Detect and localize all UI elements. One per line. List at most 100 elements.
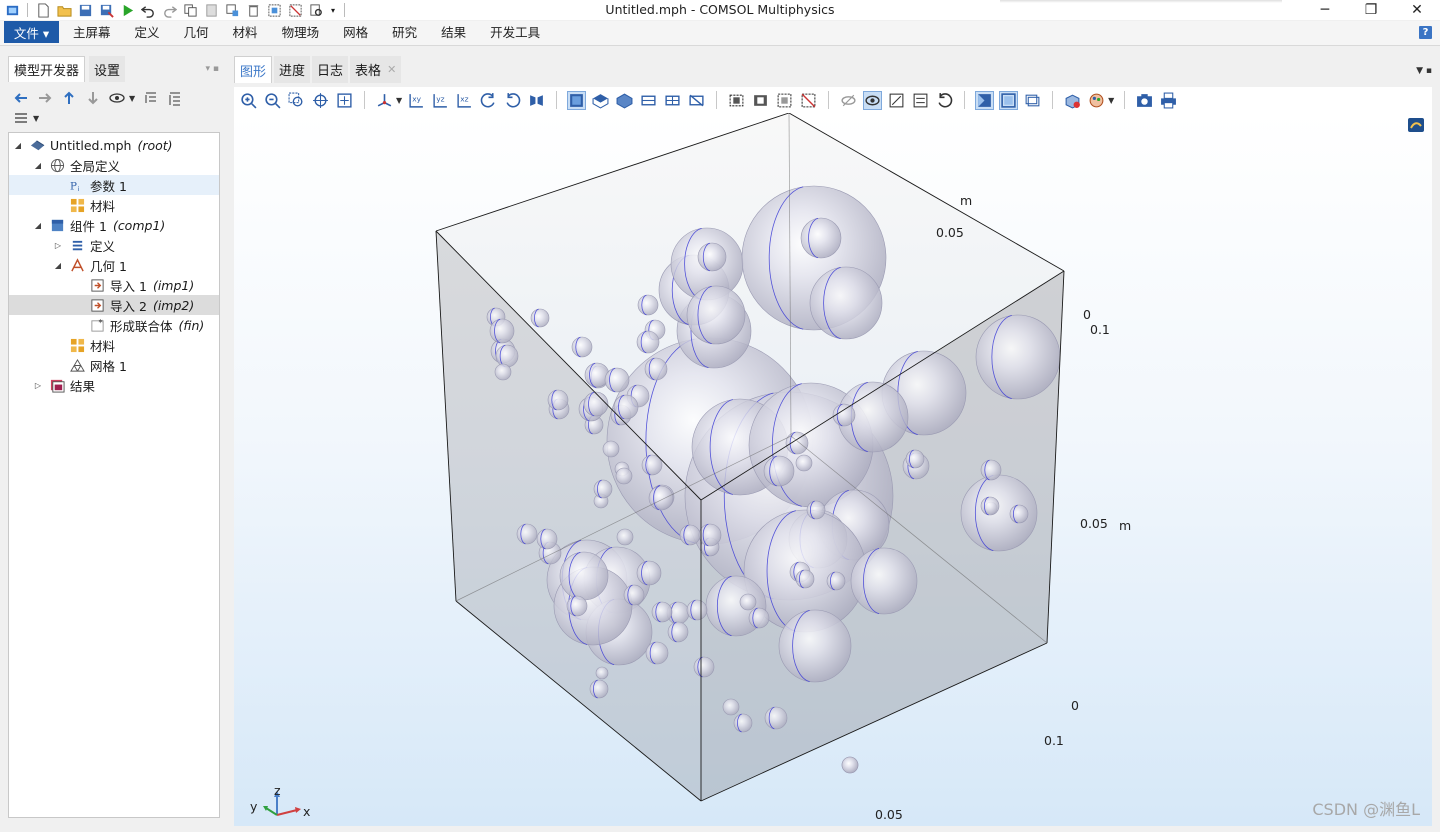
color-scheme-icon[interactable] [1087, 91, 1106, 110]
transparency-icon[interactable] [887, 91, 906, 110]
toggle-axis-icon[interactable] [999, 90, 1019, 110]
select-all-geometry-icon[interactable] [663, 91, 682, 110]
view-xy-icon[interactable]: xy [407, 91, 426, 110]
paste-icon[interactable] [203, 2, 219, 18]
scene-light-icon[interactable] [911, 91, 930, 110]
collapse-all-icon[interactable] [142, 90, 159, 107]
menu-home[interactable]: 主屏幕 [61, 22, 123, 45]
tree-node[interactable]: 导入 2 (imp2) [9, 295, 219, 315]
redo-icon[interactable] [161, 2, 177, 18]
view-xz-icon[interactable]: xz [455, 91, 474, 110]
tree-node[interactable]: ▷ 结果 [9, 375, 219, 395]
tab-progress[interactable]: 进度 [274, 56, 311, 83]
tree-node[interactable]: ◢ 几何 1 [9, 255, 219, 275]
duplicate-icon[interactable] [224, 2, 240, 18]
expand-icon[interactable]: ▷ [53, 241, 63, 250]
toggle-transparency-icon[interactable] [1023, 91, 1042, 110]
select-domains-icon[interactable] [567, 90, 587, 110]
geometry-scene[interactable] [234, 113, 1432, 826]
tree-node[interactable]: 导入 1 (imp1) [9, 275, 219, 295]
new-file-icon[interactable] [35, 2, 51, 18]
perspective-icon[interactable] [527, 91, 546, 110]
reset-view-icon[interactable] [503, 91, 522, 110]
delete-icon[interactable] [245, 2, 261, 18]
zoom-in-icon[interactable] [239, 91, 258, 110]
menu-developer[interactable]: 开发工具 [478, 22, 552, 45]
view-yz-icon[interactable]: yz [431, 91, 450, 110]
view-axes-icon[interactable] [375, 91, 394, 110]
build-selected-icon[interactable] [727, 91, 746, 110]
close-icon[interactable]: ✕ [1394, 0, 1440, 20]
file-menu-button[interactable]: 文件 ▾ [4, 21, 59, 43]
tree-node[interactable]: ◢ 组件 1 (comp1) [9, 215, 219, 235]
graphics-panel-menu-icon[interactable]: ▼ ▪ [1416, 66, 1432, 76]
tab-table[interactable]: 表格 ✕ [350, 56, 402, 83]
save-as-icon[interactable] [98, 2, 114, 18]
zoom-selection-icon[interactable] [311, 91, 330, 110]
zoom-box-icon[interactable] [287, 91, 306, 110]
zoom-out-icon[interactable] [263, 91, 282, 110]
expand-icon[interactable]: ▷ [33, 381, 43, 390]
toolbar-dropdown-icon[interactable]: ▾ [329, 2, 337, 18]
color-scheme-dropdown-icon[interactable]: ▼ [1108, 96, 1114, 105]
clear-geometry-selection-icon[interactable] [687, 91, 706, 110]
compute-icon[interactable] [119, 2, 135, 18]
build-all-icon[interactable] [751, 91, 770, 110]
minimize-icon[interactable]: ─ [1302, 0, 1348, 20]
select-edges-icon[interactable] [615, 91, 634, 110]
menu-study[interactable]: 研究 [380, 22, 429, 45]
clear-selection-icon[interactable] [287, 2, 303, 18]
menu-mesh[interactable]: 网格 [331, 22, 380, 45]
open-folder-icon[interactable] [56, 2, 72, 18]
tab-model-builder[interactable]: 模型开发器 [8, 56, 86, 82]
undo-icon[interactable] [140, 2, 156, 18]
panel-menu-icon[interactable]: ▾ ▪ [206, 64, 219, 74]
select-all-icon[interactable] [266, 2, 282, 18]
show-icon[interactable] [108, 90, 125, 107]
find-icon[interactable] [308, 2, 324, 18]
tree-node[interactable]: 材料 [9, 335, 219, 355]
tab-graphics[interactable]: 图形 [234, 56, 273, 83]
reset-hiding-icon[interactable] [935, 91, 954, 110]
move-up-icon[interactable] [60, 90, 77, 107]
save-icon[interactable] [77, 2, 93, 18]
show-dropdown-icon[interactable]: ▼ [129, 94, 135, 103]
toggle-grid-icon[interactable] [975, 90, 995, 110]
collapse-icon[interactable]: ◢ [33, 161, 43, 170]
restore-icon[interactable]: ❐ [1348, 0, 1394, 20]
show-hidden-icon[interactable] [839, 91, 858, 110]
forward-arrow-icon[interactable] [36, 90, 53, 107]
tree-node[interactable]: * 形成联合体 (fin) [9, 315, 219, 335]
hide-selected-icon[interactable] [775, 91, 794, 110]
menu-physics[interactable]: 物理场 [270, 22, 332, 45]
image-snapshot-icon[interactable] [1135, 91, 1154, 110]
tree-node[interactable]: Pi 参数 1 [9, 175, 219, 195]
menu-results[interactable]: 结果 [429, 22, 478, 45]
app-icon[interactable] [4, 2, 20, 18]
tab-log[interactable]: 日志 [312, 56, 349, 83]
expand-all-icon[interactable] [166, 90, 183, 107]
tree-node[interactable]: 网格 1 [9, 355, 219, 375]
collapse-icon[interactable]: ◢ [53, 261, 63, 270]
menu-geometry[interactable]: 几何 [172, 22, 221, 45]
select-points-icon[interactable] [639, 91, 658, 110]
collapse-icon[interactable]: ◢ [33, 221, 43, 230]
tree-node[interactable]: ◢ 全局定义 [9, 155, 219, 175]
copy-icon[interactable] [182, 2, 198, 18]
print-icon[interactable] [1159, 91, 1178, 110]
select-boundaries-icon[interactable] [591, 91, 610, 110]
tab-settings[interactable]: 设置 [89, 56, 126, 82]
view-options-dropdown-icon[interactable]: ▼ [33, 114, 39, 123]
tree-node[interactable]: ◢ Untitled.mph (root) [9, 135, 219, 155]
menu-definitions[interactable]: 定义 [123, 22, 172, 45]
move-down-icon[interactable] [84, 90, 101, 107]
rotate-left-icon[interactable] [479, 91, 498, 110]
tree-node[interactable]: 材料 [9, 195, 219, 215]
tree-node[interactable]: ▷ 定义 [9, 235, 219, 255]
hide-unselected-icon[interactable] [799, 91, 818, 110]
view-axes-dropdown-icon[interactable]: ▼ [396, 96, 402, 105]
collapse-icon[interactable]: ◢ [13, 141, 23, 150]
wireframe-rendering-icon[interactable] [863, 90, 883, 110]
menu-materials[interactable]: 材料 [221, 22, 270, 45]
help-button[interactable]: ? [1419, 26, 1432, 39]
